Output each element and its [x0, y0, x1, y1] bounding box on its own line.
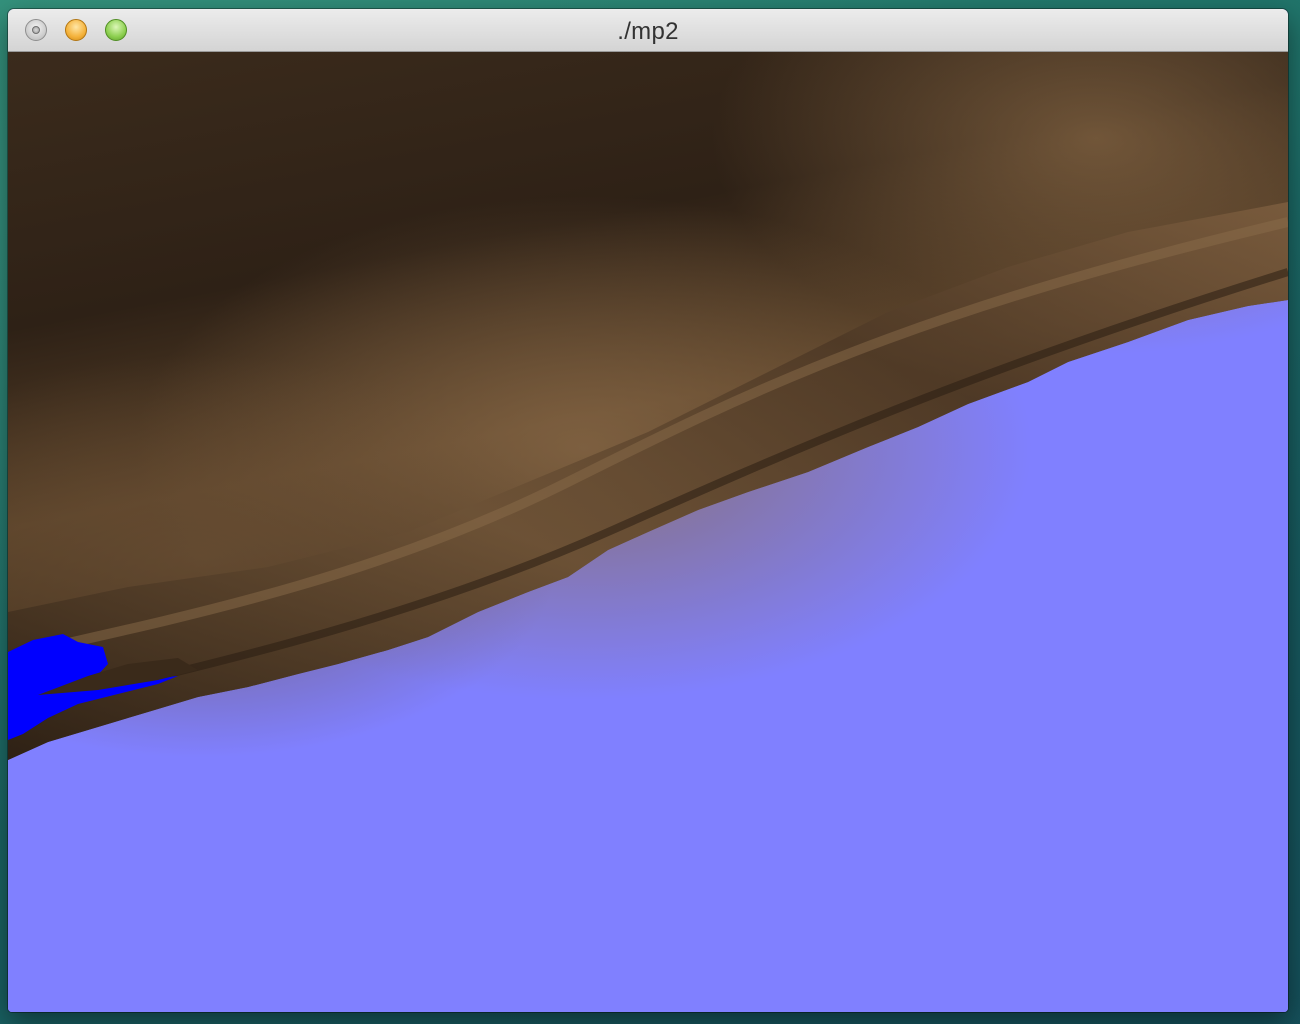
- app-window: ./mp2: [8, 9, 1288, 1012]
- window-title: ./mp2: [617, 18, 679, 45]
- terrain-render: [8, 52, 1288, 1012]
- title-bar[interactable]: ./mp2: [8, 9, 1288, 52]
- opengl-viewport[interactable]: [8, 52, 1288, 1012]
